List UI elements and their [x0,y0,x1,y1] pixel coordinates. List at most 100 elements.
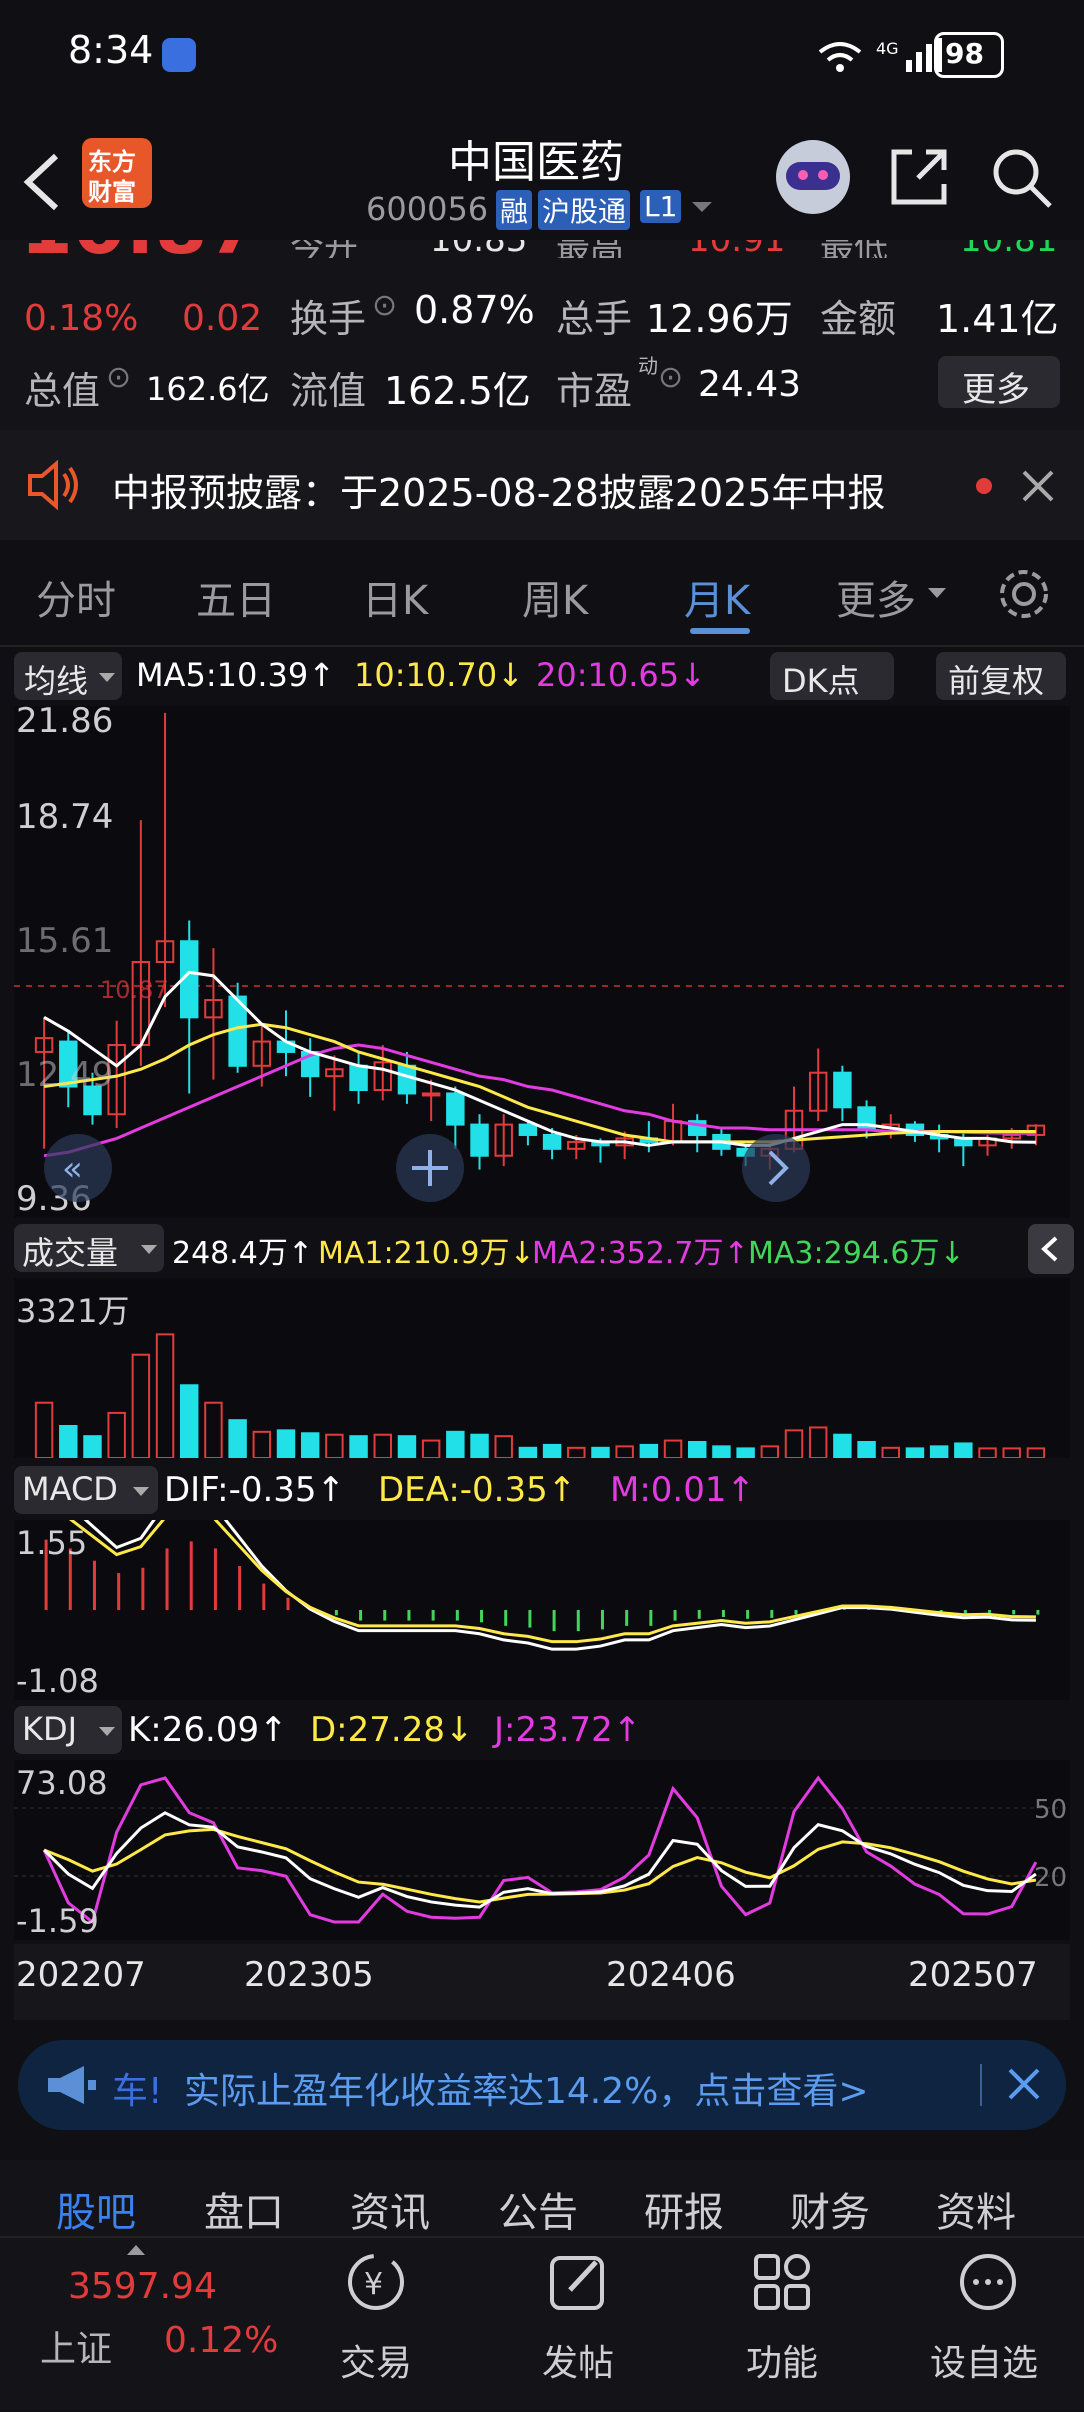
volume-bar [276,1429,296,1458]
index-ticker[interactable]: 3597.94 上证 0.12% [0,2240,290,2410]
info-icon[interactable]: ⊙ [372,288,397,323]
kdj-indicator-button[interactable]: KDJ [14,1706,122,1754]
macd-legend-bar: MACD DIF:-0.35↑ DEA:-0.35↑ M:0.01↑ [0,1462,1084,1518]
double-left-icon: « [62,1149,83,1189]
adjust-button[interactable]: 前复权 [936,652,1066,700]
turnover-value: 0.87% [414,288,535,332]
more-dots-icon [960,2254,1016,2310]
nav-functions[interactable]: 功能 [726,2250,836,2400]
price-axis-top: 21.86 [16,706,113,741]
tab-daily-k[interactable]: 日K [362,568,428,626]
svg-text:4G: 4G [876,39,899,58]
subtab-news[interactable]: 资讯 [350,2180,430,2238]
macd-axis-bottom: -1.08 [16,1662,99,1700]
nav-trade[interactable]: ¥ 交易 [320,2250,430,2400]
volume-ma3: MA3:294.6万↓ [748,1236,965,1271]
svg-text:¥: ¥ [364,2267,383,2302]
gear-icon[interactable] [994,564,1054,624]
stock-header: 东方 财富 中国医药 600056 融 沪股通 L1 [0,110,1084,240]
ma-indicator-button[interactable]: 均线 [14,652,122,700]
macd-dif: DIF:-0.35↑ [164,1470,346,1510]
tab-intraday[interactable]: 分时 [36,568,116,626]
subtab-profile[interactable]: 资料 [936,2180,1016,2238]
chevron-left-icon [1041,1236,1058,1262]
change-amount: 0.02 [182,298,263,339]
subtab-announcements[interactable]: 公告 [498,2180,578,2238]
amount-value: 1.41亿 [936,297,1059,341]
volume-bar [397,1435,417,1458]
current-price-mark: 10.87 [100,976,169,1004]
kdj-legend-bar: KDJ K:26.09↑ D:27.28↓ J:23.72↑ [0,1702,1084,1758]
collapse-panel-button[interactable] [1028,1224,1074,1274]
close-ad-icon[interactable] [1006,2066,1042,2102]
tab-monthly-k[interactable]: 月K [684,568,750,626]
volume-indicator-button[interactable]: 成交量 [14,1224,164,1272]
robot-assistant-icon[interactable] [776,140,850,214]
candle-body [833,1071,852,1109]
volume-bar [83,1435,102,1458]
last-price: 10.87 [20,240,260,258]
subtab-research[interactable]: 研报 [644,2180,724,2238]
grid-icon [754,2254,810,2310]
close-icon[interactable] [1020,468,1056,504]
volume-value: 12.96万 [646,297,793,341]
x-label-4: 202507 [908,1955,1038,1995]
kdj-axis-top: 73.08 [16,1764,108,1802]
macd-indicator-button[interactable]: MACD [14,1466,158,1514]
candlestick-chart[interactable]: 21.86 18.74 15.61 12.49 9.36 10.87 « [14,706,1070,1218]
kdj-axis-bottom: -1.59 [16,1902,99,1940]
subtab-finance[interactable]: 财务 [790,2180,870,2238]
macd-axis-top: 1.55 [16,1524,87,1562]
volume-bar [591,1446,610,1458]
more-quote-button[interactable]: 更多 [938,356,1060,410]
tab-more[interactable]: 更多 [836,568,916,626]
volume-ma1: MA1:210.9万↓ [318,1236,535,1271]
volume-bar [470,1433,489,1458]
chevron-down-icon[interactable] [690,200,714,216]
volume-axis-top: 3321万 [16,1292,129,1330]
megaphone-icon [48,2066,96,2104]
dk-point-button[interactable]: DK点 [770,652,894,700]
app-notification-icon [162,38,196,72]
candle-body [518,1123,538,1136]
trade-icon: ¥ [348,2254,404,2310]
eastmoney-logo: 东方 财富 [82,138,152,208]
macd-m: M:0.01↑ [610,1470,755,1510]
candle-body [349,1064,368,1091]
kdj-j: J:23.72↑ [494,1710,642,1750]
volume-chart: 3321万 [14,1278,1070,1458]
notice-banner[interactable]: 中报预披露：于2025-08-28披露2025年中报 [0,430,1084,540]
subtab-guba[interactable]: 股吧 [56,2180,136,2238]
share-icon[interactable] [888,146,950,208]
volume-legend-bar: 成交量 248.4万↑ MA1:210.9万↓ MA2:352.7万↑ MA3:… [0,1220,1084,1276]
candle-body [542,1133,562,1150]
volume-bar [712,1445,731,1458]
info-icon[interactable]: ⊙ [106,360,131,395]
ma10-value: 10:10.70↓ [354,656,524,694]
edit-icon [550,2256,604,2310]
candle-body [446,1092,465,1126]
ma20-value: 20:10.65↓ [536,656,706,694]
index-percent: 0.12% [164,2320,279,2361]
ad-banner[interactable]: 车! 实际止盈年化收益率达14.2%，点击查看> [18,2040,1066,2130]
market-cap-value: 162.6亿 [146,370,270,408]
volume-latest: 248.4万↑ [172,1236,314,1271]
tab-five-day[interactable]: 五日 [196,568,276,626]
search-icon[interactable] [990,146,1054,210]
info-icon[interactable]: ⊙ [658,360,683,395]
volume-bar [905,1447,925,1458]
x-label-1: 202207 [16,1955,146,1995]
nav-post[interactable]: 发帖 [522,2250,632,2400]
quote-row-0: 10.87 今开 10.85 最高 10.91 最低 10.81 [0,240,1084,258]
subtab-pankou[interactable]: 盘口 [204,2180,284,2238]
volume-bar [954,1442,973,1458]
candle-body [397,1064,417,1095]
back-arrow-icon[interactable] [20,150,64,214]
scroll-right-button [742,1134,810,1202]
macd-chart: 1.55 -1.08 [14,1520,1070,1700]
index-value: 3597.94 [68,2266,217,2307]
price-axis-second: 18.74 [16,797,113,837]
tab-weekly-k[interactable]: 周K [522,568,588,626]
nav-add-watchlist[interactable]: 设自选 [920,2250,1060,2400]
candle-body [470,1123,489,1157]
